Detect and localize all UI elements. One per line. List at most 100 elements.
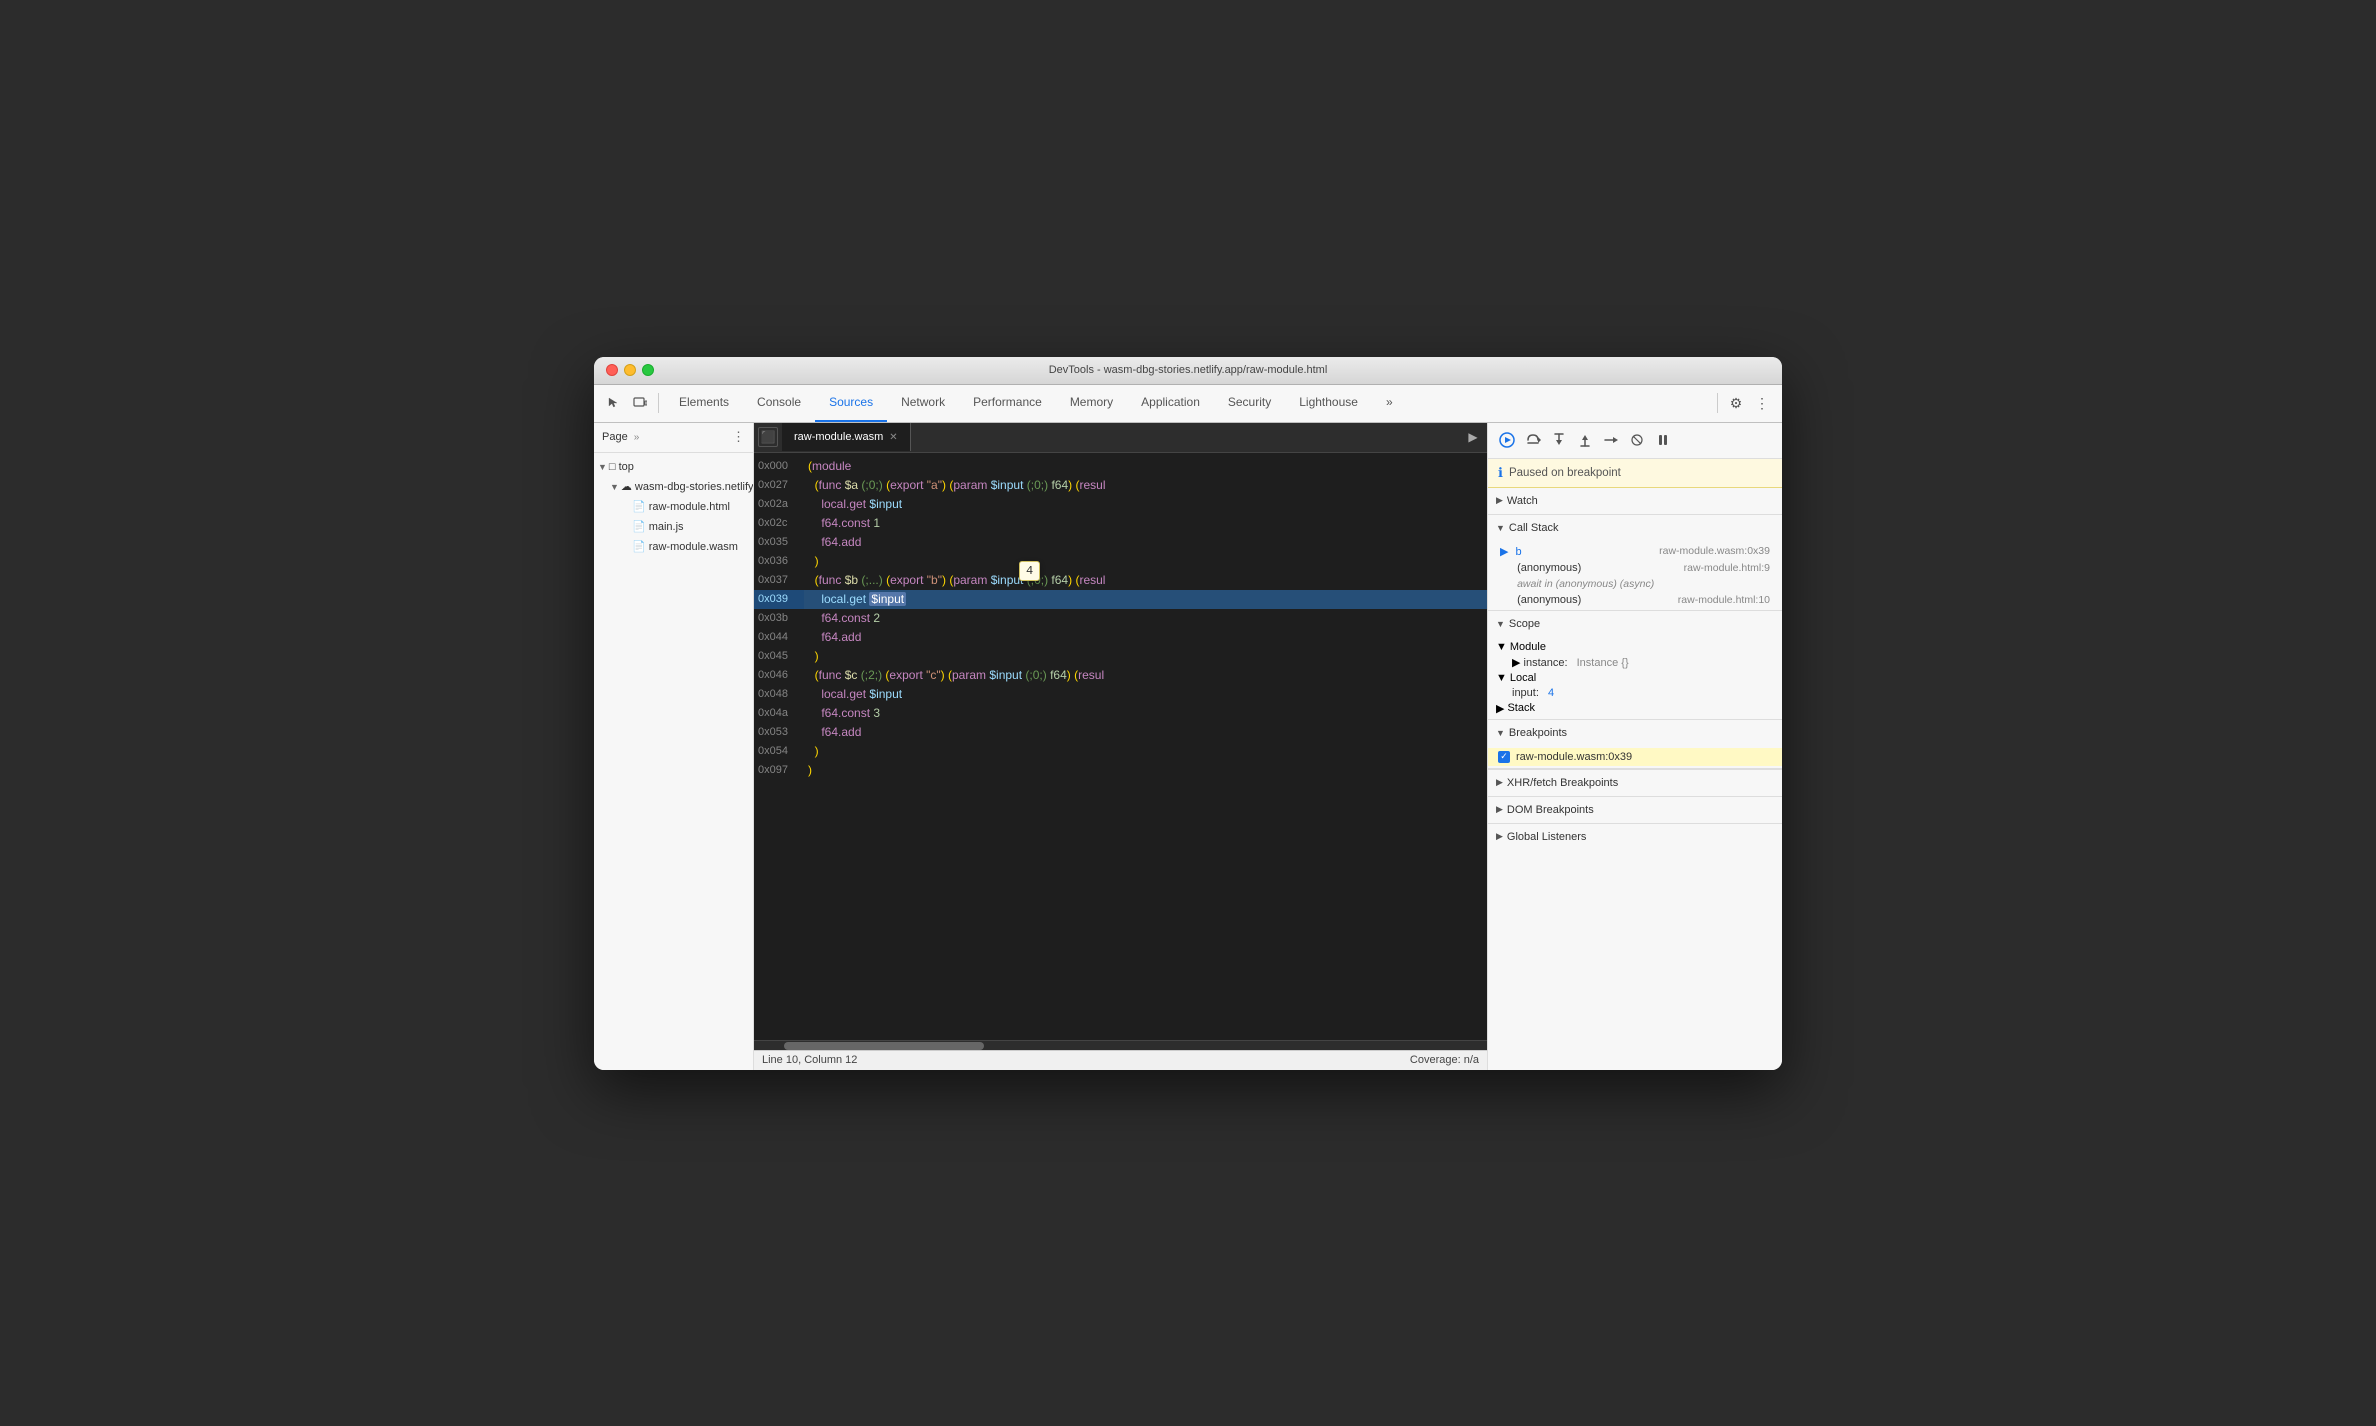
breakpoints-label: Breakpoints — [1509, 727, 1567, 739]
horizontal-scrollbar[interactable] — [754, 1040, 1487, 1050]
resume-button[interactable] — [1496, 429, 1518, 451]
code-line-0x045: 0x045 ) — [754, 647, 1487, 666]
call-stack-item-anon-1[interactable]: (anonymous) raw-module.html:9 — [1488, 560, 1782, 576]
module-subsection[interactable]: ▼ Module — [1488, 639, 1782, 655]
window-title: DevTools - wasm-dbg-stories.netlify.app/… — [1049, 364, 1328, 376]
close-tab-icon[interactable]: ✕ — [889, 432, 897, 443]
call-stack-item-b[interactable]: ▶ b raw-module.wasm:0x39 — [1488, 543, 1782, 560]
code-line-0x036: 0x036 ) — [754, 552, 1487, 571]
deactivate-breakpoints-button[interactable] — [1626, 429, 1648, 451]
xhr-breakpoints-header[interactable]: ▶ XHR/fetch Breakpoints — [1488, 770, 1782, 796]
tree-item-raw-module-html[interactable]: 📄 raw-module.html — [594, 497, 753, 517]
code-editor-area: ⬛ raw-module.wasm ✕ ▶ 0x000 (module — [754, 423, 1487, 1070]
scope-instance[interactable]: ▶ instance: Instance {} — [1488, 655, 1782, 670]
sidebar-more-icon[interactable]: » — [634, 432, 640, 443]
breakpoint-checkbox[interactable]: ✓ — [1498, 751, 1510, 763]
code-line-0x097: 0x097 ) — [754, 761, 1487, 780]
right-panel-scroll[interactable]: ▶ Watch ▼ Call Stack ▶ b — [1488, 488, 1782, 1070]
scope-label: Scope — [1509, 618, 1540, 630]
code-line-0x04a: 0x04a f64.const 3 — [754, 704, 1487, 723]
watch-header[interactable]: ▶ Watch — [1488, 488, 1782, 514]
maximize-button[interactable] — [642, 364, 654, 376]
back-forward-icon[interactable]: ⬛ — [758, 427, 778, 447]
tab-security[interactable]: Security — [1214, 384, 1285, 422]
tab-network[interactable]: Network — [887, 384, 959, 422]
tab-memory[interactable]: Memory — [1056, 384, 1127, 422]
scope-key: instance: — [1524, 657, 1568, 669]
toolbar-separator — [658, 393, 659, 413]
chevron-down-icon: ▼ — [1496, 619, 1505, 629]
main-tabs: Elements Console Sources Network Perform… — [665, 384, 1711, 422]
panel-icon[interactable] — [628, 391, 652, 415]
tab-application[interactable]: Application — [1127, 384, 1214, 422]
chevron-down-icon: ▼ — [1496, 641, 1507, 653]
tree-label: top — [619, 461, 634, 473]
chevron-down-icon: ▼ — [1496, 728, 1505, 738]
code-line-0x000: 0x000 (module — [754, 457, 1487, 476]
global-listeners-header[interactable]: ▶ Global Listeners — [1488, 824, 1782, 850]
editor-tabs: ⬛ raw-module.wasm ✕ ▶ — [754, 423, 1487, 453]
hover-tooltip: 4 — [1019, 561, 1040, 581]
breakpoint-item[interactable]: ✓ raw-module.wasm:0x39 — [1488, 748, 1782, 766]
tree-label: main.js — [649, 521, 684, 533]
tab-sources[interactable]: Sources — [815, 384, 887, 422]
scrollbar-thumb[interactable] — [784, 1042, 984, 1050]
run-snippet-icon[interactable]: ▶ — [1463, 427, 1483, 447]
tab-lighthouse[interactable]: Lighthouse — [1285, 384, 1372, 422]
wasm-file-icon: 📄 — [632, 540, 646, 553]
tab-more[interactable]: » — [1372, 384, 1407, 422]
page-tab[interactable]: Page — [602, 431, 628, 443]
frame-name: (anonymous) — [1517, 562, 1581, 574]
call-stack-item-anon-2[interactable]: (anonymous) raw-module.html:10 — [1488, 592, 1782, 608]
toolbar-separator-2 — [1717, 393, 1718, 413]
minimize-button[interactable] — [624, 364, 636, 376]
tree-item-raw-module-wasm[interactable]: 📄 raw-module.wasm — [594, 537, 753, 557]
scope-value: Instance {} — [1577, 657, 1629, 669]
module-label: Module — [1510, 641, 1546, 653]
step-into-button[interactable] — [1548, 429, 1570, 451]
scope-input[interactable]: input: 4 — [1488, 686, 1782, 700]
frame-name: (anonymous) — [1517, 594, 1581, 606]
folder-icon: □ — [609, 461, 616, 473]
tab-console[interactable]: Console — [743, 384, 815, 422]
tab-elements[interactable]: Elements — [665, 384, 743, 422]
editor-tab-raw-module-wasm[interactable]: raw-module.wasm ✕ — [782, 423, 911, 451]
tree-label: raw-module.html — [649, 501, 730, 513]
sidebar-options-icon[interactable]: ⋮ — [732, 429, 745, 445]
scope-header[interactable]: ▼ Scope — [1488, 611, 1782, 637]
frame-name: b — [1516, 546, 1522, 558]
sidebar-header: Page » ⋮ — [594, 423, 753, 453]
code-lines[interactable]: 0x000 (module 0x027 (func $a (;0;) (expo… — [754, 453, 1487, 1040]
more-options-icon[interactable]: ⋮ — [1750, 391, 1774, 415]
chevron-down-icon: ▼ — [598, 462, 607, 472]
xhr-breakpoints-label: XHR/fetch Breakpoints — [1507, 777, 1618, 789]
close-button[interactable] — [606, 364, 618, 376]
cursor-icon[interactable] — [602, 391, 626, 415]
stack-label: Stack — [1507, 702, 1535, 714]
local-subsection[interactable]: ▼ Local — [1488, 670, 1782, 686]
global-listeners-section: ▶ Global Listeners — [1488, 823, 1782, 850]
chevron-right-icon: ▶ — [1496, 702, 1504, 715]
step-over-button[interactable] — [1522, 429, 1544, 451]
stack-subsection[interactable]: ▶ Stack — [1488, 700, 1782, 717]
step-button[interactable] — [1600, 429, 1622, 451]
step-out-button[interactable] — [1574, 429, 1596, 451]
info-icon: ℹ — [1498, 465, 1503, 481]
code-line-0x046: 0x046 (func $c (;2;) (export "c") (param… — [754, 666, 1487, 685]
tree-item-main-js[interactable]: 📄 main.js — [594, 517, 753, 537]
async-label: await in (anonymous) (async) — [1517, 578, 1654, 590]
chevron-right-icon: ▶ — [1496, 495, 1503, 506]
breakpoints-header[interactable]: ▼ Breakpoints — [1488, 720, 1782, 746]
code-line-0x039: 0x039 local.get $input — [754, 590, 1487, 609]
debug-toolbar — [1488, 423, 1782, 459]
pause-on-exceptions-button[interactable] — [1652, 429, 1674, 451]
tab-performance[interactable]: Performance — [959, 384, 1056, 422]
code-line-0x044: 0x044 f64.add — [754, 628, 1487, 647]
settings-icon[interactable]: ⚙ — [1724, 391, 1748, 415]
tree-item-top[interactable]: ▼ □ top — [594, 457, 753, 477]
dom-breakpoints-header[interactable]: ▶ DOM Breakpoints — [1488, 797, 1782, 823]
call-stack-header[interactable]: ▼ Call Stack — [1488, 515, 1782, 541]
tree-item-domain[interactable]: ▼ ☁ wasm-dbg-stories.netlify — [594, 477, 753, 497]
code-line-0x048: 0x048 local.get $input — [754, 685, 1487, 704]
status-bar: Line 10, Column 12 Coverage: n/a — [754, 1050, 1487, 1070]
